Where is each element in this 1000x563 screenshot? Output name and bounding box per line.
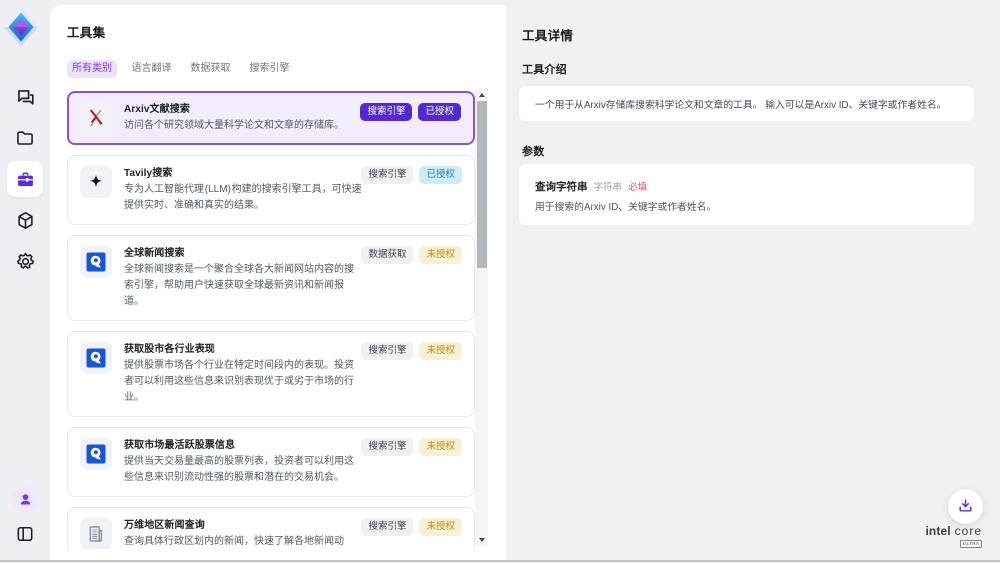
tool-detail-pane: 工具详情 工具介绍 一个用于从Arxiv存储库搜索科学论文和文章的工具。 输入可… bbox=[506, 5, 1000, 560]
toolbox-icon bbox=[15, 169, 36, 190]
tool-card-description: 访问各个研究领域大量科学论文和文章的存储库。 bbox=[124, 118, 362, 134]
tool-card[interactable]: 获取股市各行业表现 提供股票市场各个行业在特定时间段内的表现。投资者可以利用这些… bbox=[67, 331, 475, 417]
scrollbar-up-button[interactable] bbox=[475, 88, 488, 101]
app-logo gem-logo-icon bbox=[4, 7, 38, 47]
auth-status-badge: 已授权 bbox=[418, 103, 461, 121]
package-icon bbox=[15, 210, 36, 231]
rail-nav bbox=[0, 74, 50, 284]
q-search-logo-icon bbox=[86, 252, 106, 272]
tool-list-pane: 工具集 所有类别语言翻译数据获取搜索引擎 bbox=[50, 5, 506, 560]
tool-card-title: 万维地区新闻查询 bbox=[124, 518, 384, 533]
tab-0[interactable]: 所有类别 bbox=[67, 60, 117, 78]
category-badge: 搜索引擎 bbox=[361, 166, 413, 184]
left-rail bbox=[0, 0, 50, 560]
rail-bottom bbox=[0, 486, 50, 549]
arxiv-icon bbox=[86, 108, 106, 128]
tab-2[interactable]: 数据获取 bbox=[186, 60, 235, 78]
intro-box: 一个用于从Arxiv存储库搜索科学论文和文章的工具。 输入可以是Arxiv ID… bbox=[519, 86, 974, 121]
tool-card-title: Tavily搜索 bbox=[124, 166, 384, 181]
nav-files-button[interactable] bbox=[7, 120, 43, 156]
core-brand-text: core bbox=[955, 524, 982, 538]
intel-core-logo: intel core ULTRA bbox=[872, 524, 992, 550]
auth-status-badge: 未授权 bbox=[419, 246, 462, 264]
newspaper-icon bbox=[86, 524, 106, 544]
arrow-up-icon bbox=[479, 93, 485, 97]
scrollbar-down-button[interactable] bbox=[475, 533, 488, 546]
tool-card-description: 全球新闻搜索是一个聚合全球各大新闻网站内容的搜索引擎，帮助用户快速获取全球最新资… bbox=[124, 262, 362, 310]
tool-cards-list: Arxiv文献搜索 访问各个研究领域大量科学论文和文章的存储库。 搜索引擎 已授… bbox=[67, 86, 475, 549]
nav-tools-button[interactable] bbox=[7, 161, 43, 197]
param-type: 字符串 bbox=[594, 180, 623, 195]
tool-card-title: 获取股市各行业表现 bbox=[124, 342, 384, 357]
folder-icon bbox=[15, 128, 35, 148]
arrow-down-icon bbox=[479, 538, 485, 542]
param-box: 查询字符串 字符串 必填 用于搜索的Arxiv ID、关键字或作者姓名。 bbox=[519, 164, 974, 225]
tool-card[interactable]: 获取市场最活跃股票信息 提供当天交易量最高的股票列表，投资者可以利用这些信息来识… bbox=[67, 427, 475, 497]
category-badge: 搜索引擎 bbox=[360, 103, 412, 121]
auth-status-badge: 未授权 bbox=[419, 438, 462, 456]
category-badge: 搜索引擎 bbox=[361, 438, 413, 456]
intro-heading: 工具介绍 bbox=[522, 61, 567, 77]
user-icon bbox=[18, 492, 33, 507]
auth-status-badge: 未授权 bbox=[419, 518, 462, 536]
detail-title: 工具详情 bbox=[522, 25, 573, 44]
tool-card-description: 提供当天交易量最高的股票列表，投资者可以利用这些信息来识别流动性强的股票和潜在的… bbox=[124, 454, 362, 486]
category-badge: 数据获取 bbox=[361, 246, 413, 264]
tool-card-description: 专为人工智能代理 (LLM) 构建的搜索引擎工具，可快速提供实时、准确和真实的结… bbox=[124, 182, 362, 214]
param-head: 查询字符串 字符串 必填 bbox=[535, 180, 958, 195]
tool-card[interactable]: 全球新闻搜索 全球新闻搜索是一个聚合全球各大新闻网站内容的搜索引擎，帮助用户快速… bbox=[67, 235, 475, 321]
tool-card-title: 获取市场最活跃股票信息 bbox=[124, 438, 384, 453]
download-button[interactable] bbox=[948, 489, 983, 524]
collapse-sidebar-button[interactable] bbox=[10, 519, 40, 549]
nav-settings-button[interactable] bbox=[7, 243, 43, 279]
auth-status-badge: 未授权 bbox=[419, 342, 462, 360]
q-search-logo-icon bbox=[86, 348, 106, 368]
category-tabs: 所有类别语言翻译数据获取搜索引擎 bbox=[67, 60, 294, 78]
intro-text: 一个用于从Arxiv存储库搜索科学论文和文章的工具。 输入可以是Arxiv ID… bbox=[535, 97, 946, 111]
page-title: 工具集 bbox=[67, 22, 105, 41]
intel-brand-text: intel bbox=[925, 524, 950, 538]
tab-3[interactable]: 搜索引擎 bbox=[245, 60, 294, 78]
nav-plugins-button[interactable] bbox=[7, 202, 43, 238]
ultra-badge: ULTRA bbox=[960, 540, 982, 548]
tool-card[interactable]: Arxiv文献搜索 访问各个研究领域大量科学论文和文章的存储库。 搜索引擎 已授… bbox=[67, 91, 475, 145]
nav-chat-button[interactable] bbox=[7, 79, 43, 115]
sidebar-collapse-icon bbox=[15, 524, 35, 544]
sparkle-icon bbox=[86, 172, 106, 192]
tool-card[interactable]: Tavily搜索 专为人工智能代理 (LLM) 构建的搜索引擎工具，可快速提供实… bbox=[67, 155, 475, 225]
param-desc: 用于搜索的Arxiv ID、关键字或作者姓名。 bbox=[535, 200, 958, 215]
param-name: 查询字符串 bbox=[535, 180, 588, 195]
tool-card-description: 提供股票市场各个行业在特定时间段内的表现。投资者可以利用这些信息来识别表现优于或… bbox=[124, 358, 362, 406]
tool-card-description: 查询具体行政区划内的新闻，快速了解各地新闻动态。 bbox=[124, 534, 362, 549]
tab-1[interactable]: 语言翻译 bbox=[127, 60, 176, 78]
scrollbar-thumb[interactable] bbox=[477, 101, 487, 268]
chat-icon bbox=[15, 87, 36, 108]
q-search-logo-icon bbox=[86, 444, 106, 464]
download-icon bbox=[957, 497, 974, 517]
params-heading: 参数 bbox=[522, 143, 544, 159]
auth-status-badge: 已授权 bbox=[419, 166, 462, 184]
gear-icon bbox=[15, 251, 36, 272]
tool-card-title: Arxiv文献搜索 bbox=[124, 102, 384, 117]
tool-card[interactable]: 万维地区新闻查询 查询具体行政区划内的新闻，快速了解各地新闻动态。 搜索引擎 未… bbox=[67, 507, 475, 549]
tool-card-title: 全球新闻搜索 bbox=[124, 246, 384, 261]
category-badge: 搜索引擎 bbox=[361, 342, 413, 360]
param-required-badge: 必填 bbox=[628, 180, 647, 195]
user-avatar[interactable] bbox=[12, 486, 38, 512]
main-window: 工具集 所有类别语言翻译数据获取搜索引擎 bbox=[50, 5, 1000, 560]
category-badge: 搜索引擎 bbox=[361, 518, 413, 536]
list-scrollbar[interactable] bbox=[475, 88, 488, 546]
